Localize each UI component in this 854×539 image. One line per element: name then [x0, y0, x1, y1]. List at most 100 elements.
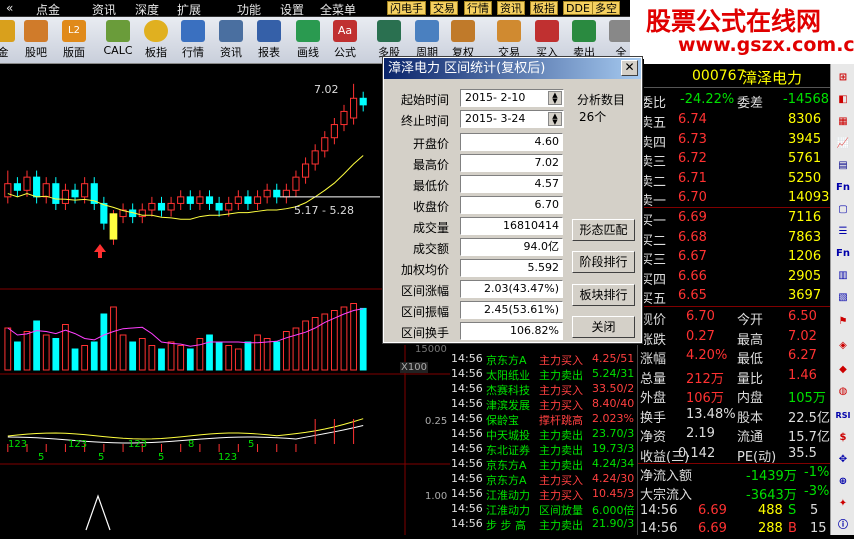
tab-hangqing[interactable]: 行情: [464, 1, 492, 15]
stat-row: 涨跌 0.27 最高 7.02: [638, 328, 831, 348]
back-menu[interactable]: «: [6, 1, 13, 15]
toolbar-button-zhouqi[interactable]: 周期: [410, 20, 444, 62]
menu-kuozhan[interactable]: 扩展: [177, 1, 201, 18]
toolbar-button-gongshi[interactable]: Aa 公式: [328, 20, 362, 62]
ticker-cell: 京东方A: [486, 474, 527, 486]
volume-bar: [81, 345, 89, 371]
ticker-row[interactable]: 14:56 京东方A 主力卖出 4.24/34: [450, 457, 637, 471]
menu-dianjin[interactable]: 点金: [36, 1, 60, 18]
start-date-field[interactable]: 2015- 2-10 ▲ ▼: [460, 89, 564, 107]
ticker-row[interactable]: 14:56 江淮动力 主力买入 10.45/3: [450, 487, 637, 501]
draw-icon: [296, 20, 320, 42]
volume-bar: [234, 348, 242, 371]
toolbar-button-huaxian[interactable]: 画线: [291, 20, 325, 62]
toolbar-button-banmian[interactable]: L2 版面: [57, 20, 91, 62]
volume-axis-label: X100: [400, 362, 428, 373]
ri-grid-icon[interactable]: ▦: [834, 114, 852, 130]
toolbar-button-hangqing[interactable]: 行情: [176, 20, 210, 62]
menu-shezhi[interactable]: 设置: [280, 1, 304, 18]
stage-rank-button[interactable]: 阶段排行: [572, 251, 635, 273]
ticker-cell: 江淮动力: [486, 504, 530, 516]
dollar-icon[interactable]: $: [834, 430, 852, 446]
ticker-row[interactable]: 14:56 京东方A 主力买入 4.24/30: [450, 472, 637, 486]
ticker-row[interactable]: 14:56 江淮动力 区间放量 6.000倍: [450, 502, 637, 516]
stock-code: 000767: [692, 68, 746, 84]
sector-rank-button[interactable]: 板块排行: [572, 284, 635, 306]
indicator-label: 5: [248, 439, 254, 450]
tab-jiaoyi[interactable]: 交易: [430, 1, 458, 15]
spinner-icon[interactable]: ▲ ▼: [548, 112, 562, 126]
toolbar-button-fuquan[interactable]: 复权: [446, 20, 480, 62]
buy-volume: 7116: [788, 210, 822, 225]
ri-pie-icon[interactable]: ◍: [834, 384, 852, 400]
toolbar-button-banzhi[interactable]: 板指: [139, 20, 173, 62]
toolbar-button-calc[interactable]: CALC: [101, 20, 135, 62]
ticker-row[interactable]: 14:56 保龄宝 撑杆跳高 2.023%: [450, 412, 637, 426]
tab-zixun[interactable]: 资讯: [497, 1, 525, 15]
menu-zixun[interactable]: 资讯: [92, 1, 116, 18]
stat-value: 22.5亿: [788, 410, 830, 426]
toolbar-button-baobiao[interactable]: 报表: [252, 20, 286, 62]
ri-flag-icon[interactable]: ⚑: [834, 314, 852, 330]
tab-dde[interactable]: DDE: [563, 1, 593, 15]
toolbar-button-jin[interactable]: 金: [0, 20, 20, 62]
pattern-match-button[interactable]: 形态匹配: [572, 219, 635, 241]
ri-table-icon[interactable]: ▤: [834, 158, 852, 174]
ri-chart-icon[interactable]: 📈: [834, 136, 852, 152]
end-date-field[interactable]: 2015- 3-24 ▲ ▼: [460, 110, 564, 128]
ticker-row[interactable]: 14:56 步 步 高 主力卖出 21.90/3: [450, 517, 637, 531]
ri-stack2-icon[interactable]: ◆: [834, 362, 852, 378]
ri-info-icon[interactable]: ⓘ: [834, 518, 852, 534]
spinner-icon[interactable]: ▲ ▼: [548, 91, 562, 105]
ticker-row[interactable]: 14:56 中天城投 主力卖出 23.70/3: [450, 427, 637, 441]
candles-group: [4, 83, 367, 245]
fn-icon-2[interactable]: Fn: [834, 246, 852, 262]
ri-fire-icon[interactable]: ✦: [834, 496, 852, 512]
menu-all[interactable]: 全菜单: [320, 1, 356, 18]
buy-volume: 3697: [788, 288, 822, 303]
ticker-row[interactable]: 14:56 津滨发展 主力买入 8.40/40: [450, 397, 637, 411]
indicator-label: 123: [8, 439, 27, 450]
ri-min-icon[interactable]: ◧: [834, 92, 852, 108]
toolbar-button-guba[interactable]: 股吧: [19, 20, 53, 62]
dialog-title[interactable]: 漳泽电力 区间统计(复权后): [384, 58, 641, 79]
tab-banzhi[interactable]: 板指: [530, 1, 558, 15]
toolbar-button-jiaoyi[interactable]: 交易: [492, 20, 526, 62]
toolbar-button-zixun[interactable]: 资讯: [214, 20, 248, 62]
volume-bar: [186, 348, 194, 371]
toolbar-button-duogu[interactable]: 多股: [372, 20, 406, 62]
ri-move-icon[interactable]: ✥: [834, 452, 852, 468]
stat-value: 105万: [788, 391, 826, 406]
toolbar-button-mairu[interactable]: 买入: [530, 20, 564, 62]
close-icon[interactable]: ✕: [621, 60, 638, 76]
ri-k-icon[interactable]: ⊞: [834, 70, 852, 86]
highlight-candle: [109, 213, 118, 240]
grid-icon: [181, 20, 205, 42]
close-button[interactable]: 关闭: [572, 316, 635, 338]
ri-bar-icon[interactable]: ▥: [834, 268, 852, 284]
tab-shandianshou[interactable]: 闪电手: [387, 1, 426, 15]
rsi-icon[interactable]: RSI: [834, 408, 852, 424]
ticker-row[interactable]: 14:56 京东方A 主力买入 4.25/51: [450, 352, 637, 366]
ri-zoom-icon[interactable]: ⊕: [834, 474, 852, 490]
candle-body: [42, 183, 50, 198]
menu-shendu[interactable]: 深度: [135, 1, 159, 18]
ticker-cell: 14:56: [451, 472, 483, 485]
fn-icon-1[interactable]: Fn: [834, 180, 852, 196]
tab-duokong[interactable]: 多空: [592, 1, 620, 15]
ri-list-icon[interactable]: ☰: [834, 224, 852, 240]
field-label: 成交量: [412, 221, 449, 235]
menu-gongneng[interactable]: 功能: [237, 1, 261, 18]
toolbar-button-maichu[interactable]: 卖出: [567, 20, 601, 62]
sell-volume: 8306: [788, 112, 822, 127]
buy-icon: [535, 20, 559, 42]
ri-stack-icon[interactable]: ◈: [834, 338, 852, 354]
ticker-row[interactable]: 14:56 太阳纸业 主力卖出 5.24/31: [450, 367, 637, 381]
candle-body: [215, 202, 223, 211]
ticker-row[interactable]: 14:56 东北证券 主力卖出 19.73/3: [450, 442, 637, 456]
ticker-cell: 14:56: [451, 382, 483, 395]
ri-col-icon[interactable]: ▧: [834, 290, 852, 306]
ri-win-icon[interactable]: ▢: [834, 202, 852, 218]
ticker-row[interactable]: 14:56 杰赛科技 主力买入 33.50/2: [450, 382, 637, 396]
trade-volume: 288: [758, 521, 783, 536]
